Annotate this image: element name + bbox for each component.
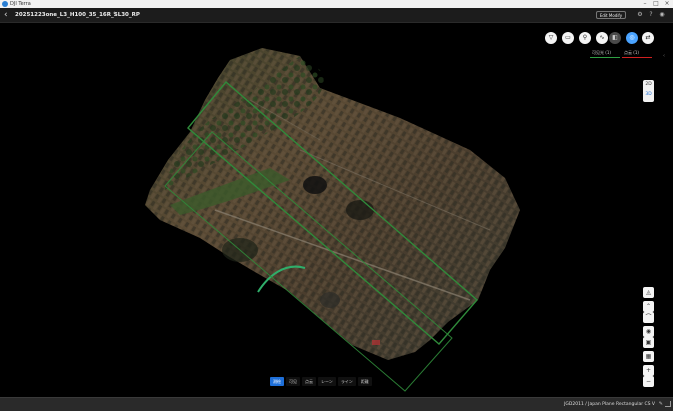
funnel-icon[interactable]: ▽ [545, 32, 557, 44]
app-logo-icon [2, 1, 8, 7]
minimize-icon[interactable]: – [640, 0, 650, 8]
layers-icon[interactable]: ◧ [609, 32, 621, 44]
bottom-tab-2[interactable]: 点云 [302, 377, 316, 386]
status-bar: JGD2011 / Japan Plane Rectangular CS V ✎ [0, 397, 673, 411]
share-icon[interactable]: ⇄ [642, 32, 654, 44]
map-viewport[interactable]: ‹ [0, 23, 673, 397]
rename-pencil-icon[interactable]: ✎ [113, 9, 118, 21]
route-icon[interactable]: ∿ [596, 32, 608, 44]
bottom-tab-3[interactable]: レーン [318, 377, 336, 386]
orthomosaic-map[interactable] [0, 23, 673, 397]
bottom-tab-5[interactable]: 距離 [357, 377, 372, 386]
grid-icon[interactable]: ▦ [643, 351, 654, 362]
zoom-in-icon[interactable]: + [643, 365, 654, 376]
help-icon[interactable]: ? [647, 11, 655, 19]
locate-icon[interactable]: ◉ [643, 326, 654, 337]
pin-icon[interactable]: ⚲ [579, 32, 591, 44]
panel-collapse-icon[interactable]: ‹ [663, 53, 665, 59]
crs-edit-icon[interactable]: ✎ [659, 398, 663, 411]
bottom-toolbar: 测绘 可见 点云 レーン ライン 距離 [270, 377, 372, 386]
maximize-icon[interactable]: □ [651, 0, 661, 8]
app-name: DJI Terra [10, 1, 31, 7]
project-header: ‹ 20251223one_L3_H100_35_16R_SL30_RP ✎ [0, 8, 673, 23]
bottom-tab-1[interactable]: 可见 [286, 377, 300, 386]
layer-indicator-red [622, 57, 652, 58]
mode-3d[interactable]: 3D [643, 92, 654, 97]
screenshot-icon[interactable]: ▣ [643, 337, 654, 348]
bottom-tab-4[interactable]: ライン [337, 377, 356, 386]
coordinate-system-label[interactable]: JGD2011 / Japan Plane Rectangular CS V [564, 398, 655, 411]
compass-icon[interactable]: ◬ [643, 287, 654, 298]
annotation-icon[interactable]: ▭ [562, 32, 574, 44]
mode-2d[interactable]: 2D [643, 82, 654, 87]
layer-tab-pointcloud[interactable]: 点云 (1) [624, 50, 639, 56]
tilt-up-icon[interactable]: ⌃ [643, 301, 654, 312]
zoom-out-icon[interactable]: − [643, 376, 654, 387]
window-titlebar: DJI Terra – □ × [0, 0, 673, 8]
settings-icon[interactable]: ⚙ [636, 11, 644, 19]
layer-indicator-green [590, 57, 620, 58]
resize-grip-icon[interactable] [665, 401, 671, 407]
close-icon[interactable]: × [662, 0, 672, 8]
bottom-tab-0[interactable]: 测绘 [270, 377, 284, 386]
layer-tab-visible[interactable]: 可见光 (1) [592, 50, 611, 56]
globe-icon[interactable]: ◎ [626, 32, 638, 44]
back-arrow-icon[interactable]: ‹ [4, 9, 8, 21]
account-icon[interactable]: ◉ [658, 11, 666, 19]
project-title: 20251223one_L3_H100_35_16R_SL30_RP [15, 12, 140, 18]
edit-modify-button[interactable]: Edit Modify [596, 11, 626, 19]
tilt-down-icon[interactable]: ⌒ [643, 312, 654, 323]
view-mode-toggle[interactable]: 2D 3D [643, 80, 654, 102]
